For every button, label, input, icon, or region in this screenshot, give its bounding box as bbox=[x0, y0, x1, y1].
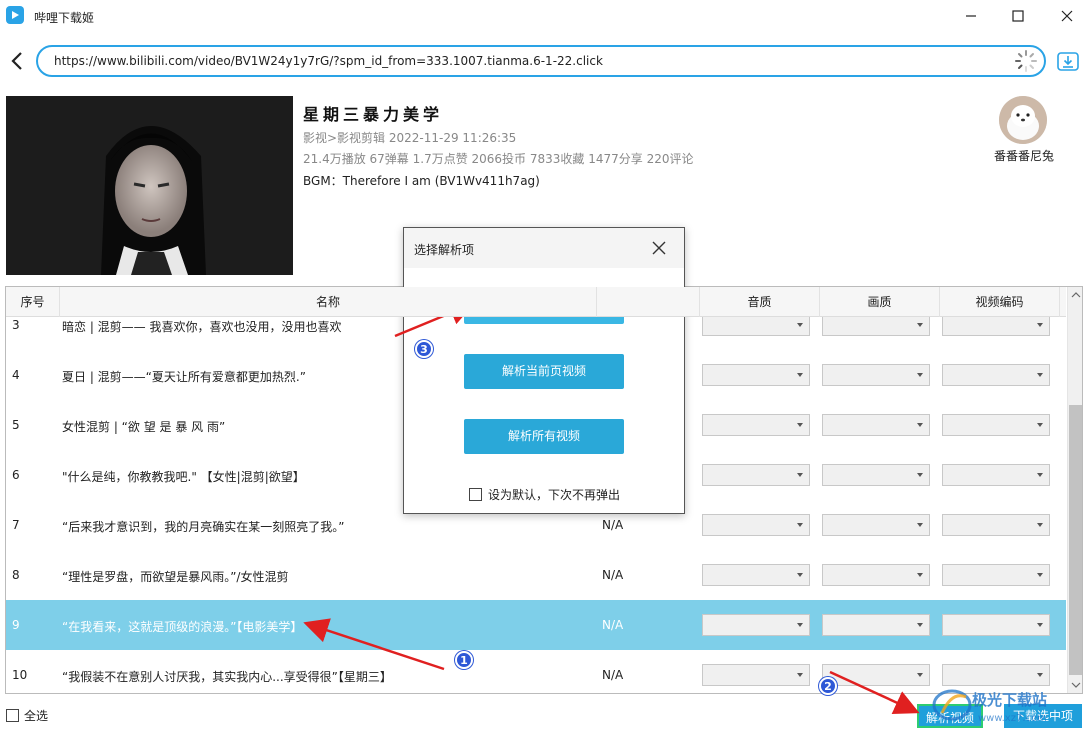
scroll-up-icon[interactable] bbox=[1069, 289, 1083, 301]
row-index: 8 bbox=[12, 568, 20, 582]
header-index[interactable]: 序号 bbox=[6, 287, 60, 317]
row-index: 10 bbox=[12, 668, 28, 682]
app-window: 哔哩下载姬 https://www.bilibili.com/video/BV1… bbox=[0, 0, 1086, 733]
row-status: N/A bbox=[602, 618, 624, 632]
table-scrollbar[interactable] bbox=[1067, 287, 1083, 693]
header-quality[interactable]: 画质 bbox=[820, 287, 940, 317]
row-name: 夏日 | 混剪——“夏天让所有爱意都更加热烈.” bbox=[62, 370, 306, 384]
header-name[interactable]: 名称 bbox=[60, 287, 597, 317]
close-icon bbox=[652, 241, 666, 255]
annotation-badge-2: 2 bbox=[819, 677, 837, 695]
row-index: 3 bbox=[12, 318, 20, 332]
header-status[interactable] bbox=[597, 287, 700, 317]
default-checkbox-label: 设为默认，下次不再弹出 bbox=[488, 488, 621, 502]
codec-select[interactable] bbox=[942, 314, 1050, 336]
row-name: “在我看来，这就是顶级的浪漫。”【电影美学】 bbox=[62, 620, 303, 634]
select-all-checkbox[interactable]: 全选 bbox=[6, 707, 48, 724]
codec-select[interactable] bbox=[942, 364, 1050, 386]
minimize-icon bbox=[966, 15, 976, 17]
maximize-icon bbox=[1012, 10, 1024, 22]
codec-select[interactable] bbox=[942, 564, 1050, 586]
quality-select[interactable] bbox=[822, 614, 930, 636]
row-status: N/A bbox=[602, 568, 624, 582]
audio-select[interactable] bbox=[702, 364, 810, 386]
row-index: 6 bbox=[12, 468, 20, 482]
download-tray-icon bbox=[1057, 52, 1079, 71]
loading-spinner-icon bbox=[1014, 49, 1038, 73]
table-header: 序号 名称 音质 画质 视频编码 bbox=[6, 287, 1066, 317]
codec-select[interactable] bbox=[942, 464, 1050, 486]
parse-options-dialog: 选择解析项 解析选中项 解析当前页视频 解析所有视频 设为默认，下次不再弹出 bbox=[403, 227, 685, 514]
audio-select[interactable] bbox=[702, 314, 810, 336]
quality-select[interactable] bbox=[822, 314, 930, 336]
row-name: 女性混剪 | “欲 望 是 暴 风 雨” bbox=[62, 420, 226, 434]
row-name: "什么是纯，你教教我吧." 【女性|混剪|欲望】 bbox=[62, 470, 305, 484]
select-all-label: 全选 bbox=[24, 709, 49, 723]
row-name: 暗恋 | 混剪—— 我喜欢你，喜欢也没用，没用也喜欢 bbox=[62, 320, 342, 334]
checkbox-box[interactable] bbox=[469, 488, 482, 501]
audio-select[interactable] bbox=[702, 514, 810, 536]
close-window-button[interactable] bbox=[1054, 4, 1080, 28]
row-name: “后来我才意识到，我的月亮确实在某一刻照亮了我。” bbox=[62, 520, 345, 534]
default-checkbox[interactable]: 设为默认，下次不再弹出 bbox=[469, 486, 620, 503]
app-title: 哔哩下载姬 bbox=[34, 11, 95, 25]
chevron-left-icon bbox=[11, 52, 22, 70]
quality-select[interactable] bbox=[822, 664, 930, 686]
header-codec[interactable]: 视频编码 bbox=[940, 287, 1060, 317]
quality-select[interactable] bbox=[822, 564, 930, 586]
row-name: “我假装不在意别人讨厌我，其实我内心...享受得很”【星期三】 bbox=[62, 670, 392, 684]
minimize-button[interactable] bbox=[958, 4, 984, 28]
table-row[interactable]: 9 “在我看来，这就是顶级的浪漫。”【电影美学】 N/A bbox=[6, 600, 1066, 650]
row-index: 5 bbox=[12, 418, 20, 432]
row-index: 9 bbox=[12, 618, 20, 632]
row-status: N/A bbox=[602, 668, 624, 682]
codec-select[interactable] bbox=[942, 414, 1050, 436]
table-row[interactable]: 10 “我假装不在意别人讨厌我，其实我内心...享受得很”【星期三】 N/A bbox=[6, 650, 1066, 693]
download-list-button[interactable] bbox=[1056, 49, 1080, 73]
audio-select[interactable] bbox=[702, 414, 810, 436]
quality-select[interactable] bbox=[822, 364, 930, 386]
video-category-date: 影视>影视剪辑 2022-11-29 11:26:35 bbox=[303, 131, 517, 145]
uploader-avatar[interactable] bbox=[999, 96, 1047, 144]
parse-all-button[interactable]: 解析所有视频 bbox=[464, 419, 624, 454]
dialog-close-button[interactable] bbox=[650, 239, 668, 257]
video-bgm: BGM：Therefore I am (BV1Wv411h7ag) bbox=[303, 174, 540, 188]
checkbox-box[interactable] bbox=[6, 709, 19, 722]
app-logo-icon bbox=[6, 6, 24, 24]
scroll-thumb[interactable] bbox=[1069, 405, 1082, 675]
audio-select[interactable] bbox=[702, 614, 810, 636]
audio-select[interactable] bbox=[702, 564, 810, 586]
video-title: 星期三暴力美学 bbox=[303, 105, 444, 124]
codec-select[interactable] bbox=[942, 614, 1050, 636]
watermark-text: 极光下载站 bbox=[972, 691, 1047, 709]
dialog-header: 选择解析项 bbox=[404, 228, 684, 268]
uploader-name[interactable]: 番番番尼兔 bbox=[989, 147, 1059, 164]
url-text: https://www.bilibili.com/video/BV1W24y1y… bbox=[54, 54, 603, 68]
audio-select[interactable] bbox=[702, 464, 810, 486]
parse-current-page-button[interactable]: 解析当前页视频 bbox=[464, 354, 624, 389]
video-stats: 21.4万播放 67弹幕 1.7万点赞 2066投币 7833收藏 1477分享… bbox=[303, 152, 694, 166]
row-index: 4 bbox=[12, 368, 20, 382]
row-status: N/A bbox=[602, 518, 624, 532]
quality-select[interactable] bbox=[822, 464, 930, 486]
audio-select[interactable] bbox=[702, 664, 810, 686]
row-name: “理性是罗盘，而欲望是暴风雨。”/女性混剪 bbox=[62, 570, 289, 584]
video-thumbnail bbox=[6, 96, 293, 275]
watermark-logo: 极光下载站 www.xz7.com bbox=[930, 683, 1080, 733]
maximize-button[interactable] bbox=[1005, 4, 1031, 28]
header-audio[interactable]: 音质 bbox=[700, 287, 820, 317]
quality-select[interactable] bbox=[822, 514, 930, 536]
watermark-url: www.xz7.com bbox=[978, 713, 1047, 724]
back-button[interactable] bbox=[8, 50, 28, 72]
url-input[interactable]: https://www.bilibili.com/video/BV1W24y1y… bbox=[36, 45, 1046, 77]
annotation-badge-1: 1 bbox=[455, 651, 473, 669]
quality-select[interactable] bbox=[822, 414, 930, 436]
title-bar: 哔哩下载姬 bbox=[0, 0, 1086, 34]
row-index: 7 bbox=[12, 518, 20, 532]
dialog-title: 选择解析项 bbox=[414, 243, 475, 257]
close-icon bbox=[1061, 10, 1073, 22]
annotation-badge-3: 3 bbox=[415, 340, 433, 358]
codec-select[interactable] bbox=[942, 514, 1050, 536]
table-row[interactable]: 8 “理性是罗盘，而欲望是暴风雨。”/女性混剪 N/A bbox=[6, 550, 1066, 600]
